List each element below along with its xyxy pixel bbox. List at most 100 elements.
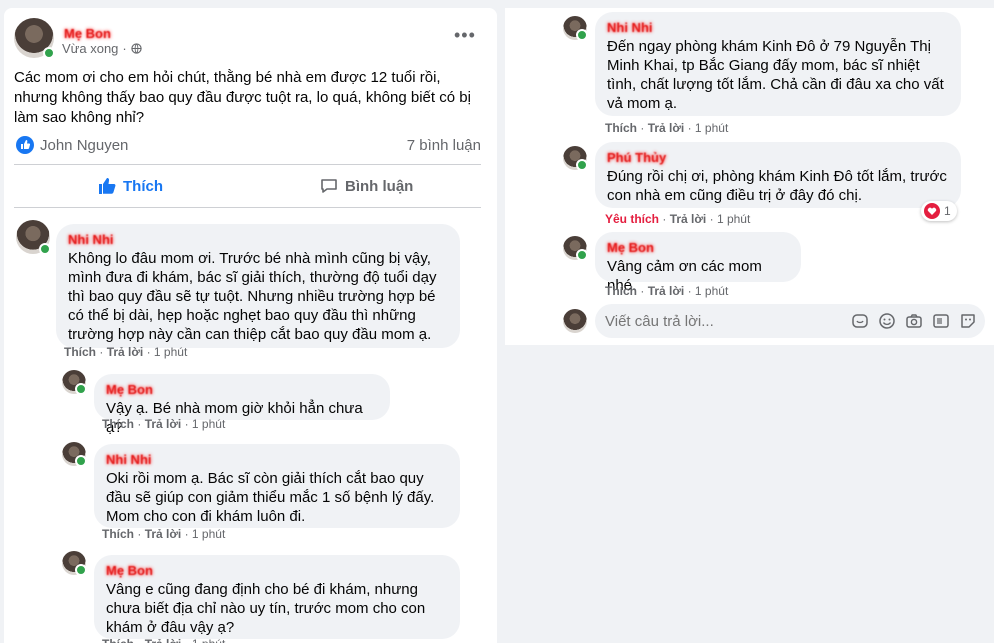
separator: ·: [687, 284, 692, 298]
reply-author[interactable]: Nhi Nhi: [106, 452, 448, 467]
comment-icon: [321, 179, 337, 193]
reply-input-tools: [851, 312, 977, 330]
separator: ·: [137, 527, 142, 541]
separator: ·: [185, 637, 189, 643]
emoji-icon[interactable]: [878, 312, 896, 330]
post-card: Mẹ Bon Vừa xong · ••• Các mom ơi cho em …: [4, 8, 497, 643]
comment-bubble: Nhi Nhi Không lo đâu mom ơi. Trước bé nh…: [56, 224, 460, 348]
like-action[interactable]: Thích: [64, 345, 96, 359]
reply-input[interactable]: [605, 311, 825, 331]
reply-avatar[interactable]: [62, 442, 87, 467]
like-button-label: Thích: [123, 177, 163, 195]
reply-actions: Thích · Trả lời · 1 phút: [102, 637, 225, 643]
divider: [14, 207, 481, 208]
separator: ·: [184, 417, 189, 431]
reply-action[interactable]: Trả lời: [648, 284, 685, 298]
reply-text: Đến ngay phòng khám Kinh Đô ở 79 Nguyễn …: [607, 38, 944, 112]
reply-avatar[interactable]: [563, 236, 588, 261]
comment-author[interactable]: Nhi Nhi: [68, 232, 448, 247]
reply-text: Vâng e cũng đang định cho bé đi khám, nh…: [106, 581, 426, 636]
reply-time[interactable]: 1 phút: [717, 212, 750, 226]
like-action[interactable]: Thích: [102, 417, 134, 431]
separator: ·: [640, 121, 645, 135]
separator: ·: [146, 345, 151, 359]
reply-action[interactable]: Trả lời: [145, 527, 182, 541]
camera-icon[interactable]: [905, 312, 923, 330]
reply-actions: Thích · Trả lời · 1 phút: [605, 284, 728, 298]
gif-icon[interactable]: [932, 312, 950, 330]
post-author-avatar[interactable]: [14, 18, 55, 59]
comment-actions: Thích · Trả lời · 1 phút: [64, 345, 187, 359]
comment-button[interactable]: Bình luận: [320, 177, 413, 195]
comment-text: Không lo đâu mom ơi. Trước bé nhà mình c…: [68, 250, 437, 343]
reply-author[interactable]: Nhi Nhi: [607, 20, 949, 35]
like-action[interactable]: Thích: [102, 527, 134, 541]
reply-action[interactable]: Trả lời: [145, 637, 182, 643]
reply-input-box[interactable]: [595, 304, 985, 338]
reply-action[interactable]: Trả lời: [648, 121, 685, 135]
reply-time[interactable]: 1 phút: [695, 121, 728, 135]
comment-thread-continued: Nhi Nhi Đến ngay phòng khám Kinh Đô ở 79…: [505, 8, 994, 345]
like-button[interactable]: Thích: [98, 177, 163, 195]
sticker-icon[interactable]: [851, 312, 869, 330]
globe-icon: [131, 43, 142, 54]
reply-bubble: Nhi Nhi Oki rồi mom ạ. Bác sĩ còn giải t…: [94, 444, 460, 528]
reply-author[interactable]: Mẹ Bon: [106, 382, 378, 397]
post-time-row: Vừa xong ·: [62, 41, 142, 56]
reply-author[interactable]: Mẹ Bon: [607, 240, 789, 255]
separator: ·: [122, 41, 127, 56]
like-action[interactable]: Thích: [102, 637, 134, 643]
like-action[interactable]: Thích: [605, 284, 637, 298]
reply-bubble: Nhi Nhi Đến ngay phòng khám Kinh Đô ở 79…: [595, 12, 961, 116]
liked-action[interactable]: Yêu thích: [605, 212, 659, 226]
comment-count[interactable]: 7 bình luận: [407, 137, 481, 154]
separator: ·: [640, 284, 645, 298]
separator: ·: [687, 121, 692, 135]
comment-time[interactable]: 1 phút: [154, 345, 187, 359]
reply-author[interactable]: Mẹ Bon: [106, 563, 448, 578]
reaction-count: 1: [944, 204, 951, 218]
heart-icon: [924, 203, 940, 219]
reply-avatar[interactable]: [62, 551, 87, 576]
reply-time[interactable]: 1 phút: [192, 527, 225, 541]
separator: ·: [662, 212, 667, 226]
separator: ·: [184, 527, 189, 541]
reply-time[interactable]: 1 phút: [695, 284, 728, 298]
post-author-name[interactable]: Mẹ Bon: [64, 26, 111, 41]
reaction-badge[interactable]: 1: [921, 201, 957, 221]
comment-button-label: Bình luận: [345, 177, 414, 195]
stickers-icon[interactable]: [959, 312, 977, 330]
reactor-name[interactable]: John Nguyen: [40, 137, 128, 154]
reply-actions: Thích · Trả lời · 1 phút: [605, 121, 728, 135]
reply-actions: Thích · Trả lời · 1 phút: [102, 527, 225, 541]
like-action[interactable]: Thích: [605, 121, 637, 135]
current-user-avatar[interactable]: [563, 309, 587, 333]
reply-bubble: Phú Thủy Đúng rồi chị ơi, phòng khám Kin…: [595, 142, 961, 208]
separator: ·: [99, 345, 104, 359]
reactions-row: John Nguyen: [16, 136, 128, 154]
reply-time[interactable]: 1 phút: [192, 417, 225, 431]
reply-actions: Yêu thích · Trả lời · 1 phút: [605, 212, 750, 226]
reply-author[interactable]: Phú Thủy: [607, 150, 949, 165]
reply-text: Oki rồi mom ạ. Bác sĩ còn giải thích cắt…: [106, 470, 435, 525]
divider: [14, 164, 481, 165]
reply-avatar[interactable]: [563, 16, 588, 41]
separator: ·: [137, 417, 142, 431]
comment-avatar[interactable]: [16, 220, 51, 255]
like-icon: [16, 136, 34, 154]
reply-bubble: Mẹ Bon Vậy ạ. Bé nhà mom giờ khỏi hẳn ch…: [94, 374, 390, 436]
post-time[interactable]: Vừa xong: [62, 41, 118, 56]
reply-action[interactable]: Trả lời: [107, 345, 144, 359]
reply-avatar[interactable]: [62, 370, 87, 395]
reply-action[interactable]: Trả lời: [670, 212, 707, 226]
separator: ·: [709, 212, 714, 226]
separator: ·: [137, 637, 141, 643]
reply-text: Đúng rồi chị ơi, phòng khám Kinh Đô tốt …: [607, 168, 947, 204]
post-text: Các mom ơi cho em hỏi chút, thằng bé nhà…: [14, 69, 471, 126]
thumbs-up-icon: [99, 178, 116, 194]
reply-avatar[interactable]: [563, 146, 588, 171]
reply-action[interactable]: Trả lời: [145, 417, 182, 431]
reply-bubble: Mẹ Bon Vâng cảm ơn các mom nhé.: [595, 232, 801, 294]
reply-time[interactable]: 1 phút: [192, 637, 225, 643]
more-icon[interactable]: •••: [454, 26, 476, 44]
